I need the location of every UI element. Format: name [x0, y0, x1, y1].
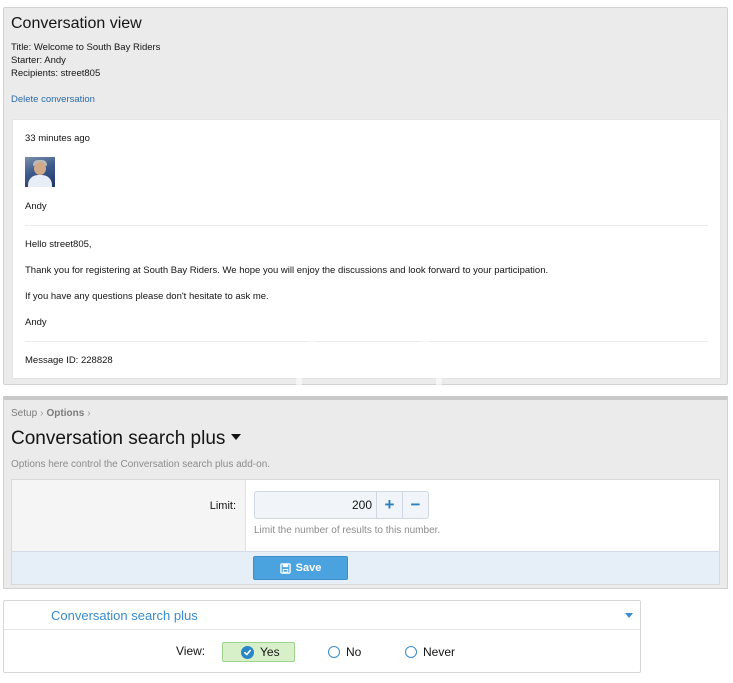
message-card: 33 minutes ago Andy Hello street805, Tha… [12, 119, 721, 379]
avatar[interactable] [25, 157, 55, 187]
limit-stepper: + − [254, 491, 429, 519]
view-option-label: Never [423, 645, 456, 659]
radio-circle-icon [328, 646, 340, 658]
options-panel: Setup › Options › Conversation search plus … [3, 396, 728, 589]
breadcrumb-options[interactable]: Options [46, 408, 84, 419]
floppy-disk-icon [279, 562, 291, 574]
view-option-never[interactable]: Never [405, 642, 455, 662]
limit-label: Limit: [209, 500, 236, 512]
divider [25, 341, 708, 342]
page-description: Options here control the Conversation se… [11, 459, 271, 470]
options-form: Limit: + − Limit the number of results t… [11, 479, 720, 585]
message-greeting: Hello street805, [25, 239, 92, 250]
breadcrumb-setup[interactable]: Setup [11, 408, 37, 419]
message-id: Message ID: 228828 [25, 355, 113, 366]
view-option-no[interactable]: No [328, 642, 361, 662]
message-timestamp: 33 minutes ago [25, 133, 90, 144]
page-title-text: Conversation search plus [11, 428, 226, 449]
limit-hint: Limit the number of results to this numb… [254, 525, 441, 536]
conversation-view-panel: Conversation view Title: Welcome to Sout… [3, 7, 728, 385]
divider [25, 225, 708, 226]
chevron-right-icon: › [40, 408, 44, 419]
caret-down-icon[interactable] [231, 433, 242, 440]
form-submit-row: Save [12, 551, 719, 584]
limit-input[interactable] [255, 492, 376, 518]
view-option-label: No [346, 645, 362, 659]
view-option-yes[interactable]: Yes [222, 642, 295, 662]
view-settings-title: Conversation search plus [51, 608, 198, 623]
message-signature: Andy [25, 317, 47, 328]
message-body-paragraph: Thank you for registering at South Bay R… [25, 265, 549, 276]
conversation-recipients-line: Recipients: street805 [11, 68, 101, 79]
save-button[interactable]: Save [253, 556, 348, 580]
limit-field-container: + − Limit the number of results to this … [245, 480, 719, 551]
conversation-view-heading: Conversation view [11, 15, 142, 32]
page-title[interactable]: Conversation search plus [11, 428, 242, 450]
delete-conversation-link[interactable]: Delete conversation [11, 94, 95, 105]
conversation-starter-line: Starter: Andy [11, 55, 66, 66]
view-option-label: Yes [260, 645, 280, 659]
caret-down-icon[interactable] [625, 613, 633, 618]
breadcrumb: Setup › Options › [11, 408, 94, 419]
message-author[interactable]: Andy [25, 201, 47, 212]
view-settings-panel: Conversation search plus View: Yes No Ne… [3, 600, 641, 673]
view-settings-header[interactable]: Conversation search plus [4, 601, 640, 630]
radio-circle-icon [405, 646, 417, 658]
view-label: View: [176, 644, 206, 658]
increment-button[interactable]: + [376, 492, 402, 518]
save-button-label: Save [295, 562, 322, 574]
decrement-button[interactable]: − [402, 492, 428, 518]
conversation-title-line: Title: Welcome to South Bay Riders [11, 42, 161, 53]
check-circle-icon [241, 645, 254, 659]
chevron-right-icon: › [87, 408, 91, 419]
message-body-paragraph: If you have any questions please don't h… [25, 291, 269, 302]
